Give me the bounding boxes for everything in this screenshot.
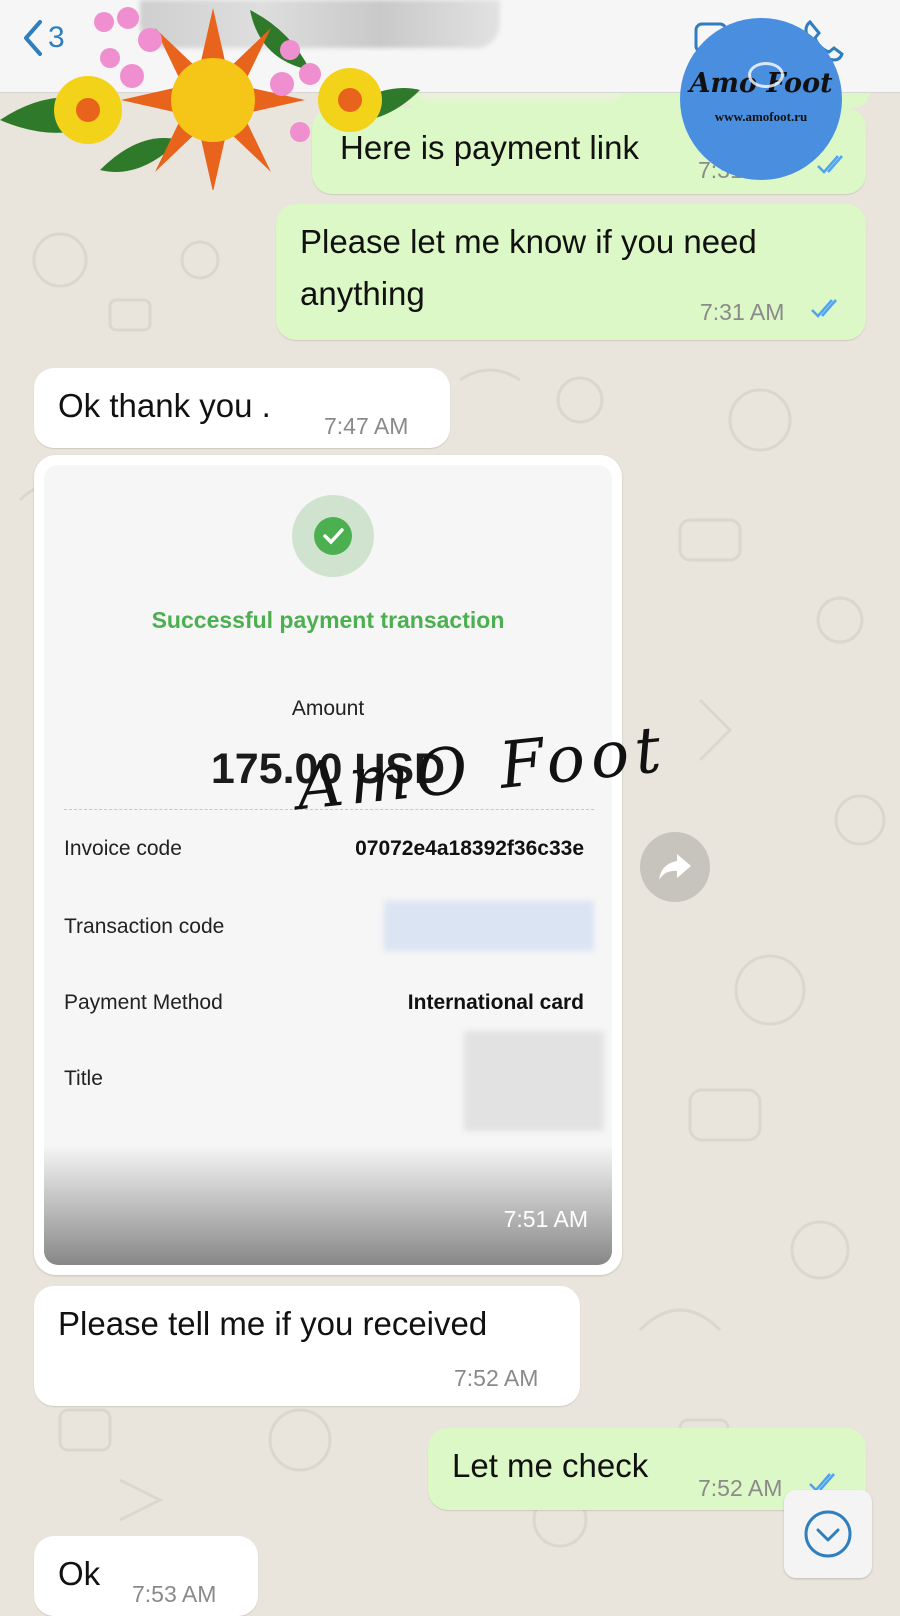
amofoot-logo: Amo Foot www.amofoot.ru [680, 18, 842, 180]
flower-decoration [0, 7, 420, 190]
message-time: 7:47 AM [324, 413, 409, 439]
forward-button[interactable] [640, 832, 710, 902]
message-bubble[interactable]: Ok thank you . 7:47 AM [34, 368, 450, 448]
message-text-line2: anything [300, 275, 425, 312]
transaction-code-label: Transaction code [64, 915, 225, 938]
image-shade [44, 1145, 612, 1265]
message-bubble[interactable]: Ok 7:53 AM [34, 1536, 258, 1616]
title-label: Title [64, 1067, 103, 1090]
message-time: 7:52 AM [698, 1475, 783, 1501]
read-ticks-icon [817, 155, 843, 174]
invoice-code-value: 07072e4a18392f36c33e [355, 837, 584, 860]
success-title: Successful payment transaction [151, 607, 505, 633]
message-text: Please tell me if you received [58, 1305, 488, 1342]
message-text: Ok [58, 1555, 101, 1592]
message-text-line1: Please let me know if you need [300, 223, 757, 260]
message-time: 7:31 AM [700, 299, 785, 325]
message-time: 7:52 AM [454, 1365, 539, 1391]
message-text: Ok thank you . [58, 387, 271, 424]
scroll-down-icon [804, 1510, 852, 1558]
payment-receipt-image[interactable]: Successful payment transaction Amount 17… [34, 455, 622, 1275]
message-bubble[interactable]: Please let me know if you need anything … [276, 204, 866, 340]
forward-icon [659, 854, 691, 880]
receipt-screenshot: Successful payment transaction Amount 17… [44, 465, 612, 1265]
payment-method-label: Payment Method [64, 991, 223, 1014]
read-ticks-icon [811, 299, 837, 318]
title-redacted [464, 1031, 604, 1131]
scroll-to-bottom-button[interactable] [784, 1490, 872, 1578]
success-check-badge [292, 495, 374, 577]
amount-label: Amount [291, 697, 365, 720]
message-time: 7:51 AM [503, 1206, 588, 1232]
check-icon [323, 528, 344, 545]
logo-url: www.amofoot.ru [714, 108, 808, 124]
message-bubble[interactable]: Please tell me if you received 7:52 AM [34, 1286, 580, 1406]
message-text: Let me check [452, 1447, 649, 1484]
invoice-code-label: Invoice code [64, 837, 182, 860]
foot-icon [748, 62, 784, 88]
transaction-code-redacted [384, 901, 594, 951]
message-time: 7:53 AM [132, 1581, 217, 1607]
payment-method-value: International card [407, 991, 584, 1014]
